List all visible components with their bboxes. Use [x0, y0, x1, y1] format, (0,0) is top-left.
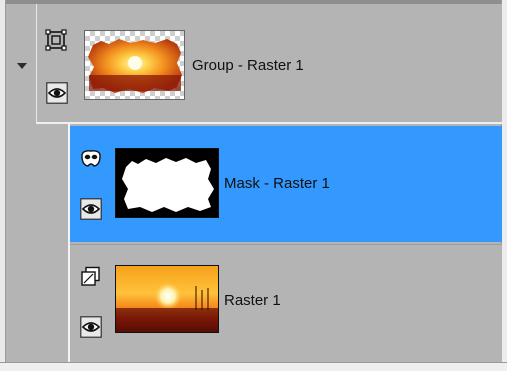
raster-layer-icon[interactable] [80, 266, 102, 288]
collapse-arrow-icon[interactable] [17, 63, 27, 69]
group-layer-thumbnail [84, 30, 185, 100]
eye-icon[interactable] [80, 316, 102, 338]
raster-layer-thumbnail [115, 265, 219, 333]
eye-icon[interactable] [80, 198, 102, 220]
group-row-separator [36, 122, 502, 124]
mask-layer-thumbnail [115, 148, 219, 218]
eye-icon[interactable] [46, 82, 68, 104]
group-layer-icon[interactable] [45, 29, 67, 51]
group-row-divider [36, 4, 37, 124]
panel-left-border [0, 0, 6, 371]
layer-name-raster[interactable]: Raster 1 [224, 292, 281, 309]
layer-name-mask[interactable]: Mask - Raster 1 [224, 175, 330, 192]
mask-layer-icon[interactable] [80, 148, 102, 170]
panel-bottom-border [0, 362, 507, 371]
layer-name-group[interactable]: Group - Raster 1 [192, 57, 304, 74]
